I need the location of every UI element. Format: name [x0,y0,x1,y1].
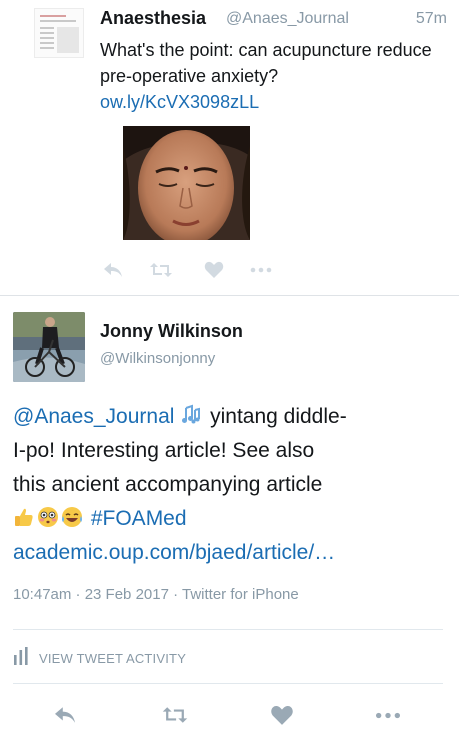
heart-icon[interactable] [267,702,297,728]
tweet-actions [0,702,459,728]
activity-chart-icon [13,646,29,670]
tweet-text: What's the point: can acupuncture reduce… [100,40,432,86]
hashtag-link[interactable]: #FOAMed [91,507,187,530]
reply-icon[interactable] [50,702,80,728]
tweet-text-line-2: I-po! Interesting article! See also [13,439,315,462]
tweet-timestamp[interactable]: 57m [416,10,447,28]
tears-of-joy-emoji [61,505,83,527]
tweet-anaesthesia[interactable]: Anaesthesia @Anaes_Journal 57m What's th… [0,0,459,296]
more-icon[interactable] [373,702,403,728]
divider [13,629,443,630]
tweet-text-line-1: yintang diddle- [210,405,347,428]
tweet-link[interactable]: academic.oup.com/bjaed/article/… [13,536,449,570]
heart-icon[interactable] [201,258,227,282]
mention-link[interactable]: @Anaes_Journal [13,405,174,428]
author-name[interactable]: Jonny Wilkinson [100,321,243,342]
music-notes-emoji [180,403,202,425]
more-icon[interactable] [248,258,274,282]
retweet-icon[interactable] [148,258,174,282]
author-handle[interactable]: @Anaes_Journal [226,10,349,28]
tweet-link[interactable]: ow.ly/KcVX3098zLL [100,89,259,115]
tweet-meta: 10:47am · 23 Feb 2017 · Twitter for iPho… [13,586,299,603]
flushed-face-emoji [37,505,59,527]
view-tweet-activity-button[interactable]: VIEW TWEET ACTIVITY [13,646,187,670]
tweet-text-line-3: this ancient accompanying article [13,473,323,496]
thumbs-up-emoji [13,505,35,527]
tweet-text: @Anaes_Journal yintang diddle- I-po! Int… [13,400,449,570]
tweet-media-photo[interactable] [123,126,250,240]
avatar[interactable] [13,312,85,382]
author-name[interactable]: Anaesthesia [100,8,206,29]
retweet-icon[interactable] [160,702,190,728]
author-handle[interactable]: @Wilkinsonjonny [100,350,215,367]
activity-label: VIEW TWEET ACTIVITY [39,650,187,666]
divider [13,683,443,684]
journal-cover-avatar[interactable] [34,8,84,58]
tweet-actions [100,258,300,282]
reply-icon[interactable] [100,258,126,282]
